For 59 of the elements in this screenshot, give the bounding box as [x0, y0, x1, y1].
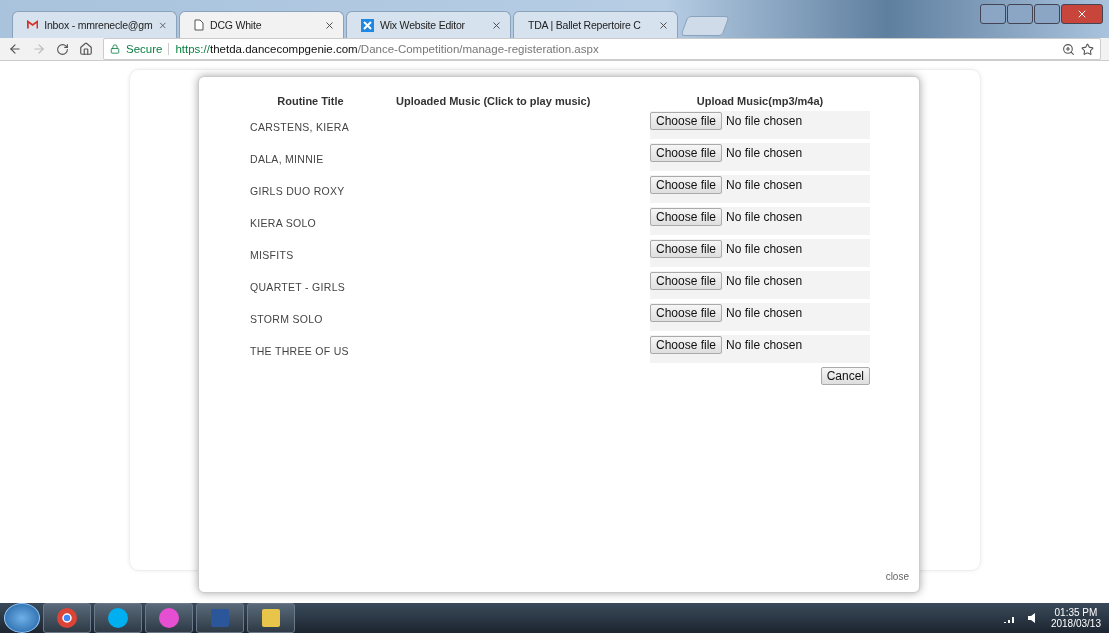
file-status: No file chosen	[726, 305, 803, 322]
close-icon	[1076, 8, 1088, 20]
routine-title: THE THREE OF US	[250, 344, 350, 357]
app-icon[interactable]	[56, 607, 78, 629]
close-icon[interactable]	[158, 19, 168, 31]
zoom-icon[interactable]	[1062, 42, 1075, 56]
user-button[interactable]	[980, 4, 1006, 24]
cancel-button[interactable]: Cancel	[820, 367, 870, 385]
back-icon[interactable]	[8, 42, 22, 56]
file-status: No file chosen	[726, 337, 803, 354]
routine-title: GIRLS DUO ROXY	[250, 184, 346, 197]
minimize-button[interactable]	[1007, 4, 1033, 24]
bookmark-icon[interactable]	[1081, 42, 1094, 56]
choose-file-button[interactable]: Choose file	[650, 208, 723, 226]
close-icon[interactable]	[491, 19, 502, 31]
address-bar[interactable]: Secure https://thetda.dancecompgenie.com/Dance-Competition/manage-registeration.aspx	[103, 38, 1101, 60]
start-button[interactable]	[4, 603, 40, 633]
browser-tab[interactable]: Inbox - mmrenecle@gm	[12, 11, 177, 38]
choose-file-button[interactable]: Choose file	[650, 112, 723, 130]
browser-tab[interactable]: DCG White	[179, 11, 344, 38]
choose-file-button[interactable]: Choose file	[650, 144, 723, 162]
file-status: No file chosen	[726, 145, 803, 162]
choose-file-button[interactable]: Choose file	[650, 240, 723, 258]
page-icon	[194, 19, 204, 31]
secure-label: Secure	[126, 43, 170, 55]
choose-file-button[interactable]: Choose file	[650, 304, 723, 322]
browser-tab[interactable]: Wix Website Editor	[346, 11, 511, 38]
choose-file-button[interactable]: Choose file	[650, 272, 723, 290]
x-logo-icon	[361, 18, 374, 32]
file-status: No file chosen	[726, 113, 803, 130]
close-window-button[interactable]	[1061, 4, 1103, 24]
clock[interactable]: 01:35 PM 2018/03/13	[1050, 607, 1101, 629]
routine-title: STORM SOLO	[250, 312, 324, 325]
maximize-button[interactable]	[1034, 4, 1060, 24]
mail-icon	[27, 20, 39, 30]
column-header: Uploaded Music (Click to play music)	[395, 95, 592, 107]
routine-title: CARSTENS, KIERA	[250, 120, 351, 133]
folder-icon[interactable]	[260, 607, 282, 629]
choose-file-button[interactable]: Choose file	[650, 336, 723, 354]
routine-title: MISFITS	[250, 248, 295, 261]
close-icon[interactable]	[324, 19, 335, 31]
routine-title: KIERA SOLO	[250, 216, 318, 229]
browser-tab[interactable]: TDA | Ballet Repertoire C	[513, 11, 678, 38]
file-status: No file chosen	[726, 273, 803, 290]
file-status: No file chosen	[726, 177, 803, 194]
url-text: https://thetda.dancecompgenie.com/Dance-Competition/manage-registeration.aspx	[175, 43, 599, 55]
home-icon[interactable]	[79, 42, 93, 56]
app-icon[interactable]	[107, 607, 129, 629]
choose-file-button[interactable]: Choose file	[650, 176, 723, 194]
routine-title: QUARTET - GIRLS	[250, 280, 347, 293]
close-link[interactable]: close	[885, 571, 909, 582]
file-status: No file chosen	[726, 209, 803, 226]
column-header: Routine Title	[276, 95, 345, 107]
lock-icon	[110, 44, 120, 54]
routine-title: DALA, MINNIE	[250, 152, 325, 165]
close-icon[interactable]	[658, 19, 669, 31]
column-header: Upload Music(mp3/m4a)	[695, 95, 825, 107]
file-status: No file chosen	[726, 241, 803, 258]
reload-icon[interactable]	[56, 42, 69, 56]
